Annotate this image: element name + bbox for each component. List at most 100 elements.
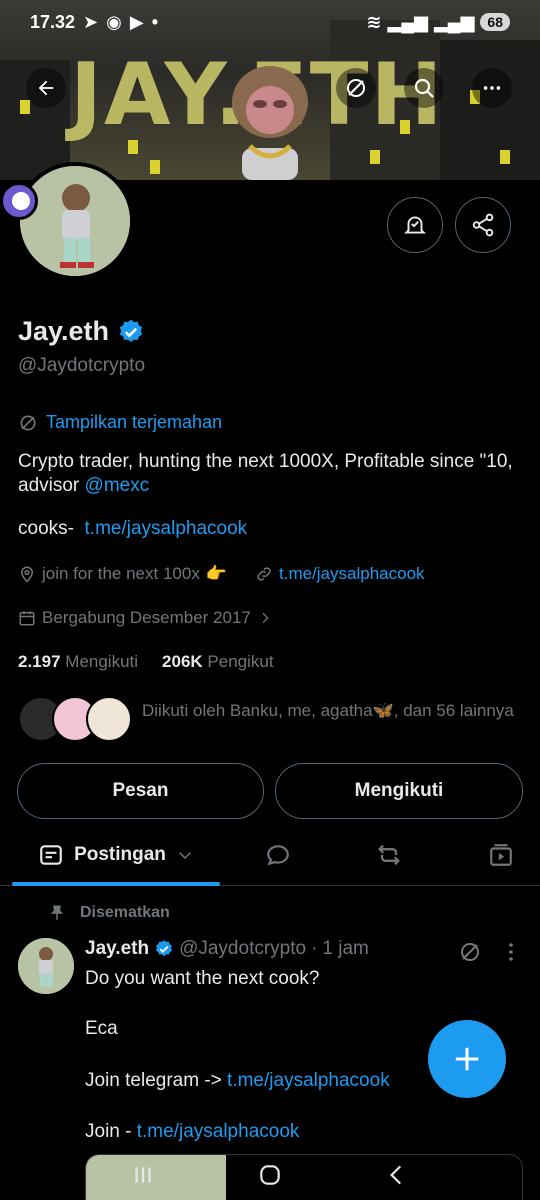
notifications-button[interactable]: [387, 197, 443, 253]
bell-check-icon: [403, 216, 427, 234]
location-icon: [20, 566, 34, 583]
search-icon: [414, 78, 434, 98]
translate-small-icon: [20, 415, 36, 430]
pointing-emoji: 👉: [205, 564, 227, 583]
share-icon: [472, 213, 494, 237]
monkey-avatar-small-icon: [18, 938, 74, 994]
translate-label: Tampilkan terjemahan: [46, 412, 223, 432]
location-text: join for the next 100x: [42, 564, 200, 583]
posts-icon: [40, 845, 62, 865]
followed-by-avatars[interactable]: [18, 696, 138, 744]
reply-icon: [267, 845, 289, 866]
profile-name: Jay.eth: [18, 316, 145, 347]
followers-stat[interactable]: 206K Pengikut: [162, 652, 274, 672]
joined-date-row[interactable]: Bergabung Desember 2017: [18, 608, 273, 628]
wifi-icon: ≋: [366, 11, 382, 32]
chevron-right-icon: [262, 612, 269, 624]
dot-icon: •: [151, 11, 159, 32]
profile-tabs: Postingan: [0, 826, 540, 886]
back-arrow-icon: [38, 80, 54, 96]
following-button[interactable]: Mengikuti: [275, 763, 523, 819]
whatsapp-icon: ◉: [106, 11, 122, 32]
link-icon: [257, 567, 271, 581]
message-button[interactable]: Pesan: [17, 763, 264, 819]
youtube-icon: ▶: [129, 11, 144, 32]
profile-meta: join for the next 100x 👉 t.me/jaysalphac…: [18, 564, 425, 584]
follow-stats: 2.197 Mengikuti 206K Pengikut: [18, 652, 274, 672]
post-text-line-4: Join - t.me/jaysalphacook: [85, 1121, 299, 1143]
story-icon: [12, 192, 30, 210]
post-telegram-link-1[interactable]: t.me/jaysalphacook: [227, 1070, 390, 1091]
compose-button[interactable]: [428, 1020, 506, 1098]
post-avatar[interactable]: [18, 938, 74, 994]
more-options-button[interactable]: [472, 68, 512, 108]
followers-count: 206K: [162, 652, 203, 671]
post-line-3-text: Join telegram ->: [85, 1070, 228, 1091]
follower-avatar-3: [86, 696, 132, 742]
cooks-label: cooks-: [18, 518, 74, 539]
pinned-indicator: Disematkan: [48, 904, 170, 922]
verified-badge-icon[interactable]: [117, 318, 145, 346]
post-text-line-3: Join telegram -> t.me/jaysalphacook: [85, 1070, 390, 1092]
chevron-down-icon: [179, 852, 191, 860]
post-text-line-2: Eca: [85, 1018, 118, 1039]
signal2-icon: ▂▄▆: [433, 11, 475, 32]
post-line-4-text: Join -: [85, 1121, 137, 1142]
followers-label: Pengikut: [207, 652, 274, 671]
post-translate-icon[interactable]: [458, 940, 482, 964]
post-telegram-link-2[interactable]: t.me/jaysalphacook: [137, 1121, 300, 1142]
search-button[interactable]: [404, 68, 444, 108]
active-tab-indicator: [12, 882, 220, 886]
battery-indicator: 68: [480, 13, 510, 31]
post-text-line-1: Do you want the next cook?: [85, 968, 320, 989]
media-icon: [490, 844, 512, 866]
more-icon: [483, 86, 501, 90]
cooks-line: cooks- t.me/jaysalphacook: [18, 518, 247, 540]
system-nav-bar: [0, 1150, 540, 1200]
pin-icon: [50, 905, 64, 920]
post-author-handle: @Jaydotcrypto: [179, 938, 307, 959]
telegram-icon: ➤: [83, 11, 99, 32]
translate-header-button[interactable]: [336, 68, 376, 108]
tab-reposts[interactable]: [361, 826, 417, 884]
post-time: 1 jam: [322, 938, 369, 959]
following-stat[interactable]: 2.197 Mengikuti: [18, 652, 138, 672]
nav-back-icon[interactable]: [384, 1162, 410, 1188]
show-translation-link[interactable]: Tampilkan terjemahan: [18, 412, 222, 433]
mention-link[interactable]: @mexc: [85, 475, 150, 496]
following-label: Mengikuti: [65, 652, 139, 671]
repost-icon: [378, 844, 400, 866]
tab-media[interactable]: [473, 826, 529, 884]
post-author-name[interactable]: Jay.eth: [85, 938, 149, 960]
recent-apps-icon[interactable]: [130, 1162, 156, 1188]
post-header: Jay.eth @Jaydotcrypto · 1 jam: [85, 938, 369, 960]
followed-by-text[interactable]: Diikuti oleh Banku, me, agatha🦋, dan 56 …: [142, 700, 522, 722]
plus-icon: [455, 1047, 479, 1071]
profile-bio: Crypto trader, hunting the next 1000X, P…: [18, 450, 528, 498]
monkey-illustration: [232, 66, 308, 180]
website-link[interactable]: t.me/jaysalphacook: [279, 564, 425, 584]
profile-handle: @Jaydotcrypto: [18, 355, 146, 376]
verified-badge-small-icon: [156, 940, 172, 957]
calendar-icon: [19, 611, 35, 626]
joined-text: Bergabung Desember 2017: [42, 608, 251, 627]
signal-icon: ▂▄▆: [387, 11, 428, 32]
display-name: Jay.eth: [18, 316, 110, 346]
following-count: 2.197: [18, 652, 61, 671]
tab-replies[interactable]: [250, 826, 306, 884]
back-button[interactable]: [26, 68, 66, 108]
post-more-icon[interactable]: [502, 940, 520, 964]
cooks-link[interactable]: t.me/jaysalphacook: [85, 518, 248, 539]
tab-posts-label: Postingan: [74, 844, 166, 865]
profile-avatar[interactable]: [16, 162, 134, 280]
home-icon[interactable]: [257, 1162, 283, 1188]
status-bar: 17.32 ➤ ◉ ▶ • ≋ ▂▄▆ ▂▄▆ 68: [0, 0, 540, 44]
clock: 17.32: [30, 11, 76, 32]
monkey-avatar-icon: [20, 166, 130, 276]
share-button[interactable]: [455, 197, 511, 253]
post-separator: ·: [311, 938, 318, 959]
pinned-label: Disematkan: [80, 904, 170, 921]
story-indicator[interactable]: [0, 182, 38, 220]
translate-icon: [347, 79, 365, 97]
tab-posts[interactable]: Postingan: [12, 826, 220, 884]
